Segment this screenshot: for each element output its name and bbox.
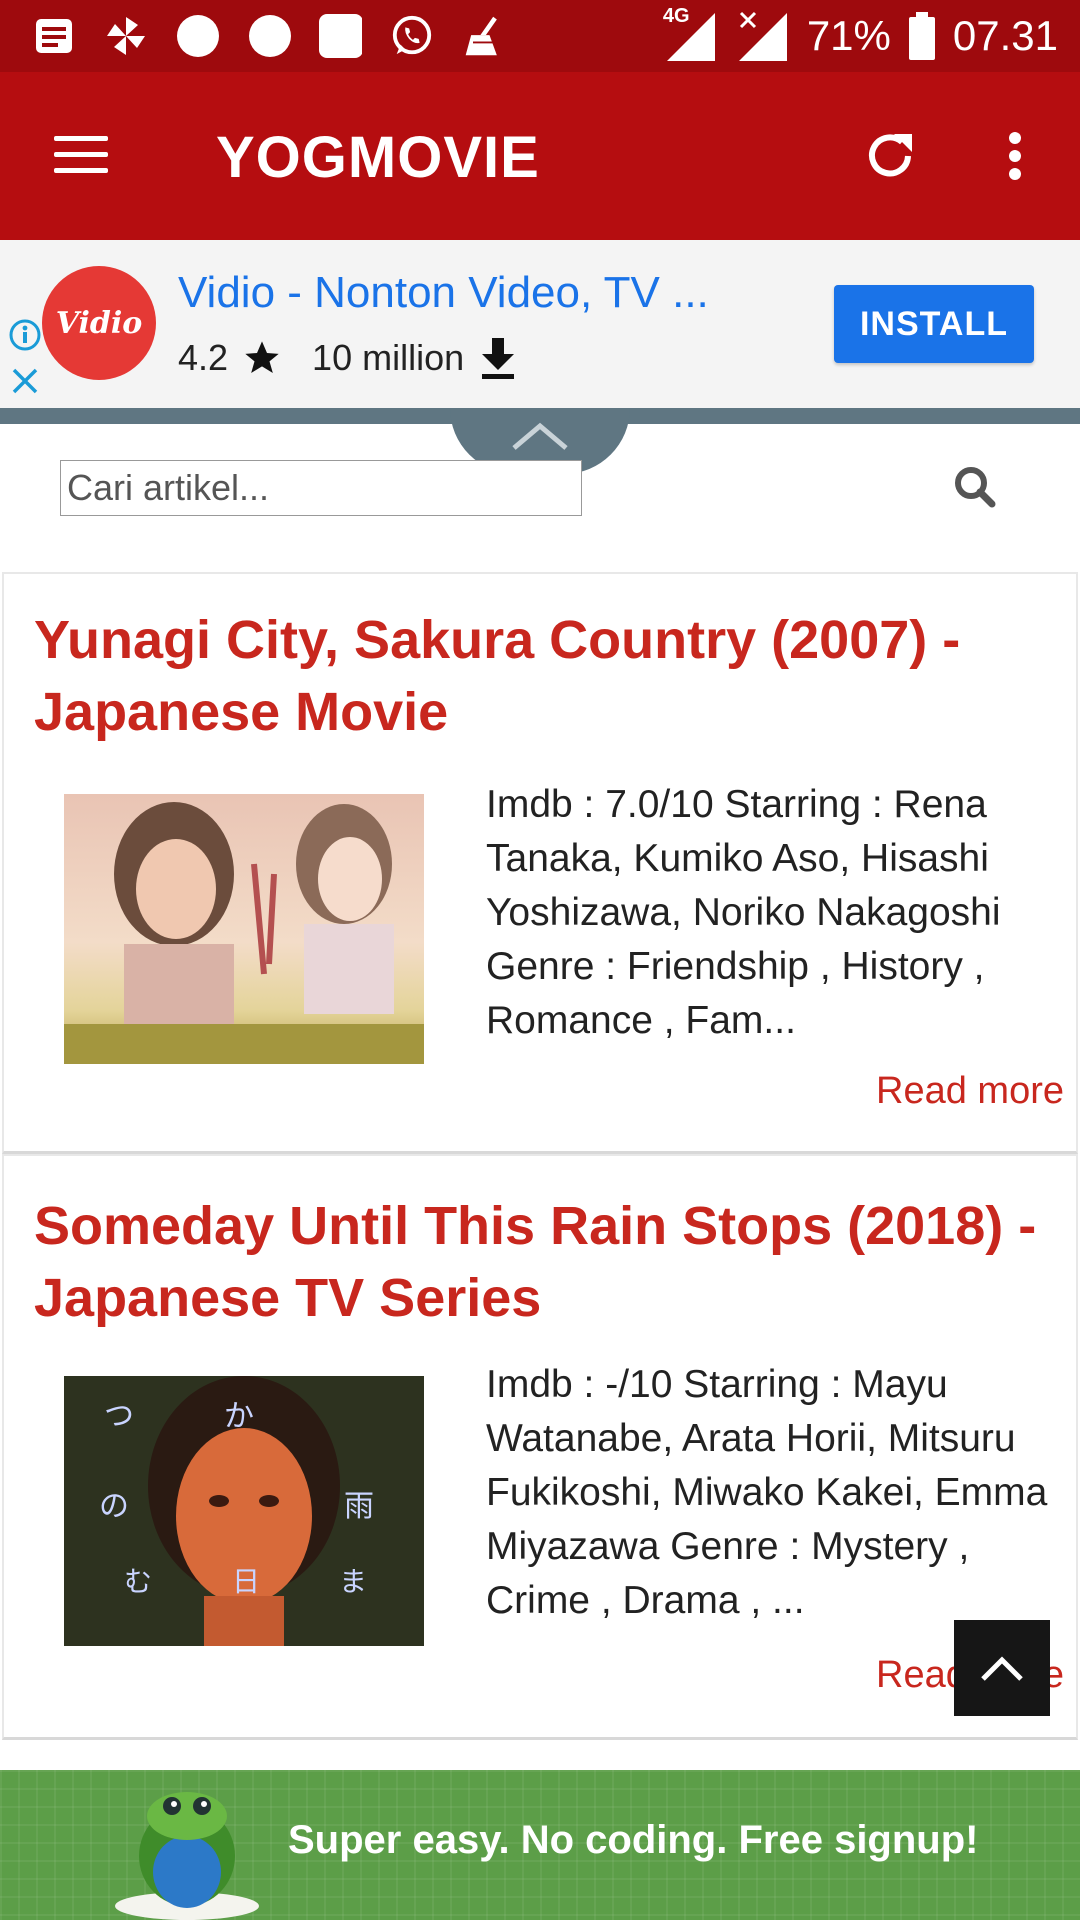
ad-close-icon[interactable]	[8, 364, 42, 398]
square-notification-icon	[318, 14, 362, 58]
network-type-label: 4G	[662, 5, 690, 27]
article-thumbnail[interactable]: つ か の 雨 む 日 ま	[64, 1376, 424, 1646]
back-to-top-button[interactable]	[954, 1620, 1050, 1716]
ad-downloads: 10 million	[312, 337, 465, 378]
ad-install-button[interactable]: INSTALL	[834, 285, 1034, 363]
clock: 07.31	[952, 12, 1058, 59]
ad-banner[interactable]: Vidio Vidio - Nonton Video, TV ... 4.2 1…	[0, 240, 1080, 408]
hamburger-menu-icon[interactable]	[50, 128, 114, 184]
circle-notification-icon	[176, 14, 220, 58]
circle-notification-icon	[248, 14, 292, 58]
ad-logo-text: Vidio	[55, 305, 143, 341]
article-title[interactable]: Someday Until This Rain Stops (2018) - J…	[34, 1190, 1054, 1334]
article-thumbnail[interactable]	[64, 794, 424, 1064]
whatsapp-icon	[390, 14, 434, 58]
star-icon	[245, 341, 279, 373]
battery-percent: 71%	[806, 12, 891, 59]
ad-app-title[interactable]: Vidio - Nonton Video, TV ...	[178, 268, 709, 318]
ad-app-meta: 4.2 10 million	[178, 336, 518, 380]
signal-no-service-icon	[735, 9, 789, 63]
article-excerpt: Imdb : -/10 Starring : Mayu Watanabe, Ar…	[486, 1363, 1048, 1622]
search-icon[interactable]	[950, 462, 1000, 512]
article-card: Yunagi City, Sakura Country (2007) - Jap…	[2, 572, 1078, 1154]
svg-text:む: む	[124, 1565, 152, 1598]
status-right-group: 4G 71% 07.31	[663, 0, 1058, 72]
status-bar: 4G 71% 07.31	[0, 0, 1080, 72]
cleaner-broom-icon	[462, 14, 506, 58]
ad-info-icon[interactable]	[8, 318, 42, 352]
svg-text:日: 日	[232, 1565, 260, 1598]
signal-4g-icon: 4G	[663, 5, 717, 63]
notes-notification-icon	[32, 14, 76, 58]
ad-app-logo[interactable]: Vidio	[42, 266, 156, 380]
chevron-up-icon	[981, 1656, 1023, 1681]
pinwheel-notification-icon	[104, 14, 148, 58]
refresh-icon[interactable]	[858, 124, 922, 188]
read-more-link[interactable]: Read more	[876, 1070, 1064, 1113]
ad-rating: 4.2	[178, 337, 229, 378]
search-input[interactable]	[60, 460, 582, 516]
bottom-ad-text[interactable]: Super easy. No coding. Free signup!	[288, 1818, 979, 1863]
more-options-icon[interactable]	[1000, 124, 1030, 188]
battery-icon	[908, 12, 935, 60]
app-bar: YOGMOVIE	[0, 72, 1080, 240]
svg-text:か: か	[224, 1399, 254, 1434]
svg-text:の: の	[99, 1489, 129, 1524]
download-icon	[482, 338, 515, 379]
bottom-ad-banner[interactable]: Super easy. No coding. Free signup!	[0, 1770, 1080, 1920]
frog-mascot-icon	[115, 1792, 259, 1920]
app-title: YOGMOVIE	[216, 125, 540, 190]
article-excerpt: Imdb : 7.0/10 Starring : Rena Tanaka, Ku…	[486, 783, 1001, 1042]
svg-text:雨: 雨	[344, 1489, 374, 1524]
svg-text:つ: つ	[104, 1399, 134, 1434]
svg-text:ま: ま	[339, 1565, 367, 1598]
article-card: Someday Until This Rain Stops (2018) - J…	[2, 1154, 1078, 1740]
article-title[interactable]: Yunagi City, Sakura Country (2007) - Jap…	[34, 604, 1054, 748]
